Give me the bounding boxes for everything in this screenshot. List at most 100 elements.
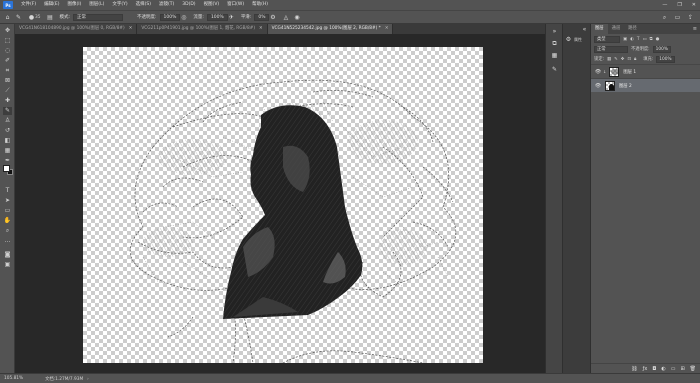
maximize-button[interactable]: ❐: [677, 2, 681, 8]
menu-layer[interactable]: 图层(L): [85, 0, 108, 10]
brush-settings-icon[interactable]: ▤: [46, 14, 53, 21]
healing-tool-icon[interactable]: ✚: [3, 97, 12, 105]
filter-smart-icon[interactable]: ⧉: [650, 37, 653, 42]
smoothing-settings-icon[interactable]: ⚙: [269, 14, 276, 21]
pressure-opacity-icon[interactable]: ◎: [180, 14, 187, 21]
lasso-tool-icon[interactable]: ◌: [3, 47, 12, 55]
brush-preset-icon[interactable]: ✎: [15, 14, 22, 21]
document-canvas[interactable]: [83, 47, 483, 363]
crop-tool-icon[interactable]: ⌗: [3, 67, 12, 75]
filter-pixel-icon[interactable]: ▣: [623, 37, 627, 42]
document-tab[interactable]: VCG211p0P41901.jpg @ 100%(图层 1, 烟花, RGB/…: [137, 24, 268, 34]
gradient-tool-icon[interactable]: ▦: [3, 147, 12, 155]
menu-help[interactable]: 帮助(H): [248, 0, 272, 10]
eraser-tool-icon[interactable]: ◧: [3, 137, 12, 145]
clone-stamp-tool-icon[interactable]: ♙: [3, 117, 12, 125]
kind-filter-select[interactable]: 类型: [594, 35, 620, 43]
adjustment-layer-icon[interactable]: ◐: [661, 366, 665, 372]
collapse-arrows-icon[interactable]: »: [551, 28, 558, 35]
history-brush-tool-icon[interactable]: ↺: [3, 127, 12, 135]
document-tab[interactable]: VCG41N618104890.jpg @ 100%(图层 0, RGB/8#)…: [15, 24, 138, 34]
hand-tool-icon[interactable]: ✋: [3, 217, 12, 225]
quick-select-tool-icon[interactable]: ✐: [3, 57, 12, 65]
layer-name[interactable]: 图层 1: [623, 69, 636, 75]
swatches-panel-icon[interactable]: ▦: [551, 52, 558, 59]
smoothing-field[interactable]: 0%: [254, 13, 270, 21]
search-icon[interactable]: ⌕: [661, 14, 668, 21]
flow-field[interactable]: 100%: [206, 13, 228, 21]
layer-name[interactable]: 图层 2: [619, 83, 632, 89]
pen-tool-icon[interactable]: ✒: [3, 157, 12, 165]
menu-type[interactable]: 文字(Y): [108, 0, 131, 10]
mode-select[interactable]: 正常: [73, 13, 123, 21]
blend-mode-select[interactable]: 正常: [594, 45, 628, 53]
type-tool-icon[interactable]: T: [3, 187, 12, 195]
info-menu-arrow-icon[interactable]: ›: [87, 376, 89, 381]
more-tools-icon[interactable]: …: [3, 237, 12, 245]
path-select-tool-icon[interactable]: ➤: [3, 197, 12, 205]
pressure-size-icon[interactable]: ◉: [293, 14, 300, 21]
minimize-button[interactable]: —: [662, 2, 667, 8]
brush-size-value[interactable]: 35: [35, 15, 40, 20]
collapse-icon[interactable]: «: [581, 26, 588, 33]
lock-all-icon[interactable]: 🔒︎: [634, 57, 636, 62]
workspace-icon[interactable]: ▭: [674, 14, 681, 21]
menu-filter[interactable]: 滤镜(T): [155, 0, 178, 10]
menu-select[interactable]: 选择(S): [132, 0, 155, 10]
menu-image[interactable]: 图像(I): [63, 0, 85, 10]
tab-paths[interactable]: 路径: [624, 24, 641, 34]
new-layer-icon[interactable]: ⊞: [680, 366, 684, 372]
screen-mode-icon[interactable]: ▣: [3, 261, 12, 269]
filter-toggle-icon[interactable]: ●: [656, 37, 660, 42]
brush-tool-icon[interactable]: ✎: [3, 107, 12, 115]
document-tab-active[interactable]: VCG41N525234542.jpg @ 100%(图层 2, RGB/8#)…: [267, 24, 394, 34]
tab-close-icon[interactable]: ✕: [129, 26, 133, 31]
filter-type-icon[interactable]: T: [637, 37, 640, 42]
tab-close-icon[interactable]: ✕: [259, 26, 263, 31]
history-panel-icon[interactable]: ⧉: [551, 40, 558, 47]
fill-field[interactable]: 100%: [656, 55, 675, 63]
layer-row-active[interactable]: 👁︎ 图层 2: [591, 78, 700, 92]
lock-position-icon[interactable]: ✥: [621, 57, 625, 62]
menu-edit[interactable]: 编辑(E): [40, 0, 63, 10]
brushes-panel-icon[interactable]: ✎: [551, 66, 558, 73]
home-icon[interactable]: ⌂: [4, 14, 11, 21]
foreground-color-swatch[interactable]: [3, 165, 10, 172]
layer-row[interactable]: 👁︎ ↓ 图层 1: [591, 64, 700, 78]
filter-adjust-icon[interactable]: ◐: [630, 37, 634, 42]
move-tool-icon[interactable]: ✥: [3, 27, 12, 35]
delete-layer-icon[interactable]: 🗑︎: [690, 366, 696, 372]
menu-file[interactable]: 文件(F): [17, 0, 40, 10]
eyedropper-tool-icon[interactable]: ⟋: [3, 87, 12, 95]
visibility-eye-icon[interactable]: 👁︎: [594, 69, 602, 75]
lock-pixels-icon[interactable]: ▦: [607, 57, 611, 62]
frame-tool-icon[interactable]: ⊠: [3, 77, 12, 85]
tab-close-icon[interactable]: ✕: [385, 26, 389, 31]
tab-channels[interactable]: 通道: [608, 24, 625, 34]
menu-3d[interactable]: 3D(D): [178, 0, 199, 10]
color-swatches[interactable]: [3, 165, 13, 175]
lock-paint-icon[interactable]: ✎: [614, 57, 618, 62]
brush-tip-icon[interactable]: ●: [28, 14, 35, 21]
layer-style-icon[interactable]: ƒx: [643, 366, 648, 372]
quick-mask-icon[interactable]: ◙: [3, 251, 12, 259]
link-layers-icon[interactable]: ⛓︎: [631, 366, 637, 372]
zoom-level[interactable]: 105.81%: [4, 376, 23, 381]
airbrush-icon[interactable]: ✈: [228, 14, 235, 21]
filter-shape-icon[interactable]: ▭: [642, 37, 646, 42]
lock-artboard-icon[interactable]: ⊡: [627, 57, 631, 62]
panel-menu-icon[interactable]: ≡: [693, 26, 697, 32]
layer-opacity-field[interactable]: 100%: [652, 45, 671, 53]
zoom-tool-icon[interactable]: ⌕: [3, 227, 12, 235]
visibility-eye-icon[interactable]: 👁︎: [594, 83, 602, 89]
close-button[interactable]: ✕: [692, 2, 696, 8]
properties-button[interactable]: ⚙ 属性: [565, 36, 582, 43]
new-group-icon[interactable]: ▭: [671, 366, 676, 372]
share-icon[interactable]: ⇪: [687, 14, 694, 21]
add-mask-icon[interactable]: ◘: [652, 366, 656, 372]
menu-view[interactable]: 视图(V): [200, 0, 224, 10]
angle-icon[interactable]: ◬: [282, 14, 289, 21]
shape-tool-icon[interactable]: ▭: [3, 207, 12, 215]
tab-layers[interactable]: 图层: [591, 24, 608, 34]
opacity-field[interactable]: 100%: [159, 13, 181, 21]
